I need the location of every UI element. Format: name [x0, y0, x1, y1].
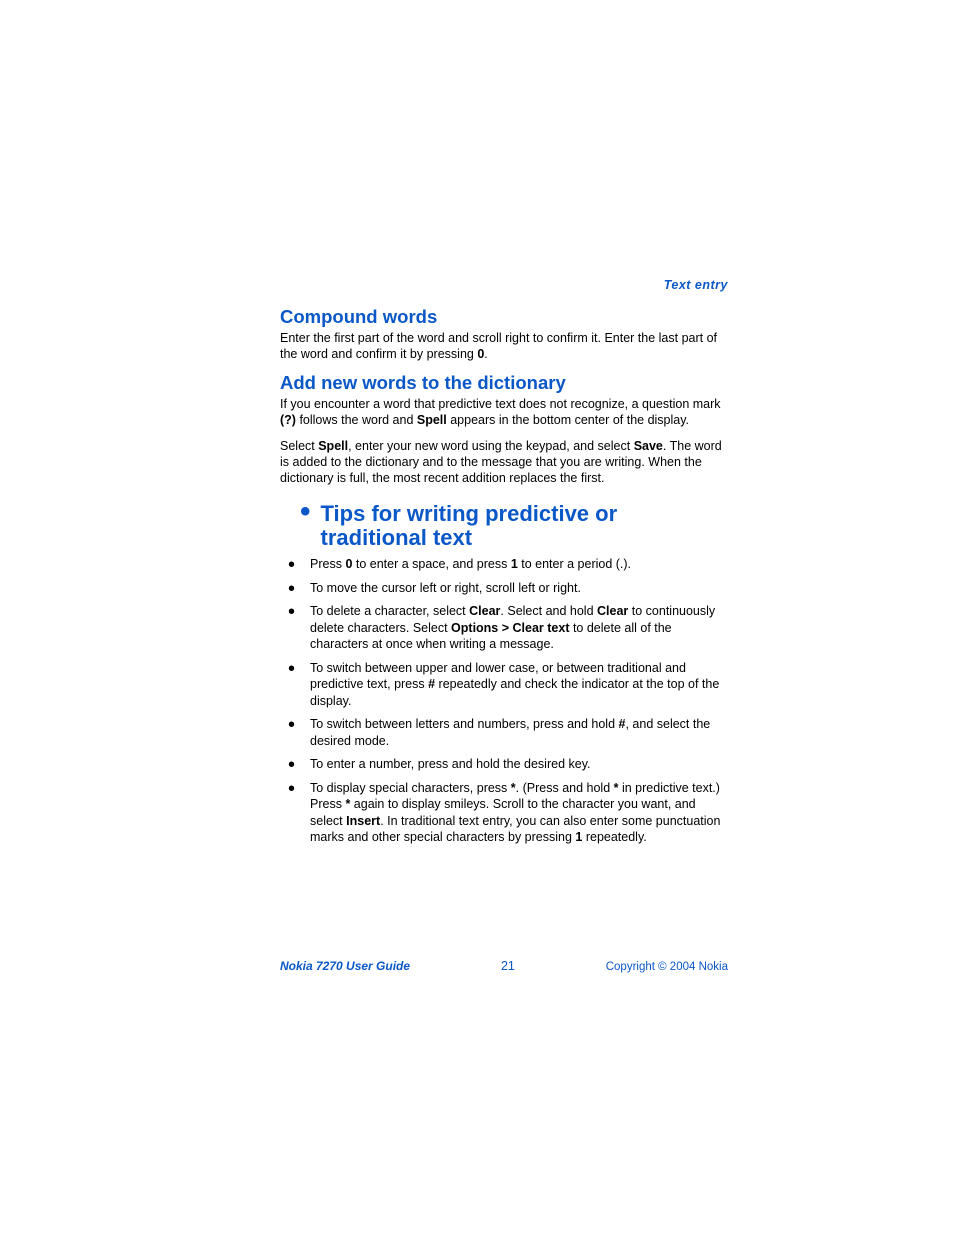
list-item: To enter a number, press and hold the de… — [280, 756, 728, 773]
footer-page-number: 21 — [501, 959, 515, 973]
text: . (Press and hold — [516, 781, 614, 795]
question-mark: (?) — [280, 413, 296, 427]
list-item: To switch between letters and numbers, p… — [280, 716, 728, 749]
list-item: Press 0 to enter a space, and press 1 to… — [280, 556, 728, 573]
addwords-paragraph-1: If you encounter a word that predictive … — [280, 396, 728, 428]
text: To display special characters, press — [310, 781, 511, 795]
list-item: To delete a character, select Clear. Sel… — [280, 603, 728, 653]
text: Enter the first part of the word and scr… — [280, 331, 717, 361]
footer-copyright: Copyright © 2004 Nokia — [606, 961, 728, 973]
clear-label: Clear — [469, 604, 500, 618]
text: , enter your new word using the keypad, … — [348, 439, 634, 453]
text: appears in the bottom center of the disp… — [447, 413, 689, 427]
text: follows the word and — [296, 413, 417, 427]
insert-label: Insert — [346, 814, 380, 828]
bullet-icon: • — [300, 502, 311, 522]
clear-label: Clear — [597, 604, 628, 618]
text: repeatedly. — [582, 830, 646, 844]
spell-label: Spell — [417, 413, 447, 427]
text: . — [484, 347, 487, 361]
text: To delete a character, select — [310, 604, 469, 618]
heading-compound-words: Compound words — [280, 306, 728, 328]
text: To move the cursor left or right, scroll… — [310, 581, 581, 595]
text: To switch between letters and numbers, p… — [310, 717, 619, 731]
tips-list: Press 0 to enter a space, and press 1 to… — [280, 556, 728, 846]
page-content: Compound words Enter the first part of t… — [280, 302, 728, 853]
text: . Select and hold — [500, 604, 597, 618]
addwords-paragraph-2: Select Spell, enter your new word using … — [280, 438, 728, 486]
text: Press — [310, 557, 345, 571]
compound-paragraph: Enter the first part of the word and scr… — [280, 330, 728, 362]
save-label: Save — [634, 439, 663, 453]
text: to enter a space, and press — [352, 557, 510, 571]
heading-add-words: Add new words to the dictionary — [280, 372, 728, 394]
text: If you encounter a word that predictive … — [280, 397, 721, 411]
list-item: To switch between upper and lower case, … — [280, 660, 728, 710]
key-1: 1 — [511, 557, 518, 571]
heading-tips: • Tips for writing predictive or traditi… — [300, 502, 728, 550]
list-item: To move the cursor left or right, scroll… — [280, 580, 728, 597]
document-page: Text entry Compound words Enter the firs… — [0, 0, 954, 1235]
heading-tips-title: Tips for writing predictive or tradition… — [321, 502, 728, 550]
running-header: Text entry — [664, 278, 728, 292]
page-footer: Nokia 7270 User Guide 21 Copyright © 200… — [280, 959, 728, 973]
text: Select — [280, 439, 318, 453]
list-item: To display special characters, press *. … — [280, 780, 728, 846]
text: to enter a period (.). — [518, 557, 631, 571]
spell-label: Spell — [318, 439, 348, 453]
options-clear-text: Options > Clear text — [451, 621, 569, 635]
footer-guide-title: Nokia 7270 User Guide — [280, 959, 410, 973]
text: To enter a number, press and hold the de… — [310, 757, 591, 771]
